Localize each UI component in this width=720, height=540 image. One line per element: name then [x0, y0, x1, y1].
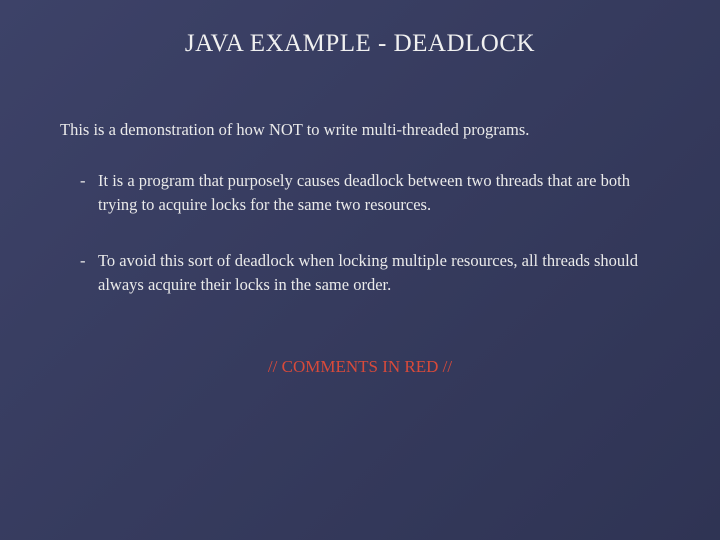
- bullet-list: It is a program that purposely causes de…: [60, 169, 660, 297]
- slide-container: JAVA EXAMPLE - DEADLOCK This is a demons…: [0, 0, 720, 540]
- slide-title: JAVA EXAMPLE - DEADLOCK: [60, 30, 660, 58]
- intro-text: This is a demonstration of how NOT to wr…: [60, 118, 660, 141]
- list-item: To avoid this sort of deadlock when lock…: [80, 249, 660, 297]
- list-item: It is a program that purposely causes de…: [80, 169, 660, 217]
- comment-note: // COMMENTS IN RED //: [60, 357, 660, 377]
